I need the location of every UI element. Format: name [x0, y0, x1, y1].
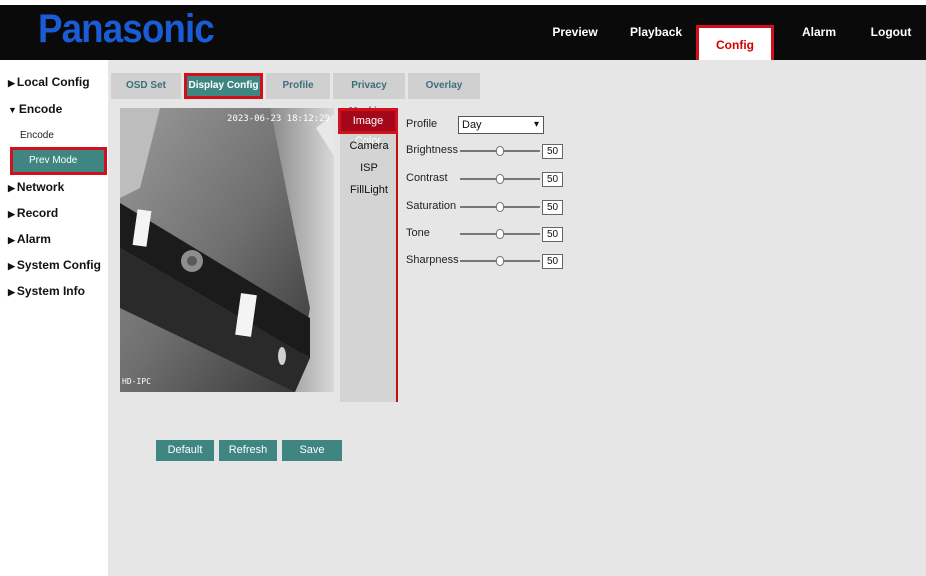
saturation-label: Saturation [406, 200, 457, 212]
tab-display-config[interactable]: Display Config [184, 73, 263, 99]
expand-arrow-icon: ▶ [8, 235, 15, 245]
sidebar-item-label: System Config [16, 258, 101, 272]
nav-logout[interactable]: Logout [870, 5, 912, 60]
sidebar-item-record[interactable]: ▶ Record [8, 206, 58, 220]
profile-label: Profile [406, 118, 438, 130]
profile-select[interactable]: Day ▾ [458, 116, 544, 134]
slider-thumb[interactable] [496, 229, 504, 239]
top-bar: Panasonic Preview Playback Config Alarm … [0, 5, 926, 65]
sidebar-item-label: Encode [18, 102, 63, 116]
tab-overlay[interactable]: Overlay [408, 73, 480, 99]
sidebar-item-label: System Info [16, 284, 85, 298]
save-button[interactable]: Save [282, 440, 342, 461]
sidebar-item-label: Local Config [16, 75, 90, 89]
expand-arrow-icon: ▶ [8, 261, 15, 271]
slider-thumb[interactable] [496, 146, 504, 156]
slider-thumb[interactable] [496, 256, 504, 266]
collapse-arrow-icon: ▼ [8, 105, 17, 115]
video-timestamp: 2023-06-23 18:12:29 [227, 114, 330, 124]
main-panel: OSD Set Display Config Profile Privacy M… [108, 60, 926, 576]
brightness-slider[interactable] [460, 144, 540, 158]
sidebar: ▶ Local Config ▼ Encode Encode Prev Mode ▶… [0, 60, 108, 576]
sidebar-item-system-info[interactable]: ▶ System Info [8, 284, 85, 298]
contrast-slider[interactable] [460, 172, 540, 186]
sidebar-item-label: Alarm [16, 232, 51, 246]
subtab-list: Image Color Camera ISP FillLight [338, 108, 398, 402]
tone-value[interactable]: 50 [542, 227, 563, 242]
contrast-value[interactable]: 50 [542, 172, 563, 187]
refresh-button[interactable]: Refresh [219, 440, 277, 461]
sidebar-item-local-config[interactable]: ▶ Local Config [8, 75, 90, 89]
sharpness-label: Sharpness [406, 254, 459, 266]
contrast-label: Contrast [406, 172, 448, 184]
slider-thumb[interactable] [496, 202, 504, 212]
nav-preview[interactable]: Preview [552, 5, 598, 60]
tab-profile[interactable]: Profile [266, 73, 330, 99]
sidebar-item-label: Record [16, 206, 59, 220]
expand-arrow-icon: ▶ [8, 287, 15, 297]
sidebar-item-system-config[interactable]: ▶ System Config [8, 258, 101, 272]
video-channel-label: HD-IPC [122, 377, 151, 386]
subtab-filllight[interactable]: FillLight [340, 184, 398, 196]
brightness-value[interactable]: 50 [542, 144, 563, 159]
tone-slider[interactable] [460, 227, 540, 241]
sidebar-item-encode[interactable]: ▼ Encode [8, 102, 62, 116]
chevron-down-icon: ▾ [533, 119, 539, 130]
sidebar-item-alarm[interactable]: ▶ Alarm [8, 232, 51, 246]
brand-logo: Panasonic [38, 7, 215, 51]
sharpness-slider[interactable] [460, 254, 540, 268]
expand-arrow-icon: ▶ [8, 209, 15, 219]
nav-playback[interactable]: Playback [630, 5, 682, 60]
brightness-label: Brightness [406, 144, 458, 156]
subtab-isp[interactable]: ISP [340, 162, 398, 174]
default-button[interactable]: Default [156, 440, 214, 461]
tone-label: Tone [406, 227, 430, 239]
sidebar-item-label: Network [16, 180, 65, 194]
nav-config[interactable]: Config [696, 25, 774, 65]
sidebar-subitem-encode[interactable]: Encode [20, 130, 54, 141]
expand-arrow-icon: ▶ [8, 183, 15, 193]
video-preview[interactable]: 2023-06-23 18:12:29 HD-IPC [120, 108, 334, 392]
saturation-value[interactable]: 50 [542, 200, 563, 215]
slider-thumb[interactable] [496, 174, 504, 184]
sidebar-item-network[interactable]: ▶ Network [8, 180, 64, 194]
subtab-camera[interactable]: Camera [340, 140, 398, 152]
expand-arrow-icon: ▶ [8, 78, 15, 88]
nav-alarm[interactable]: Alarm [802, 5, 836, 60]
subtab-image-color[interactable]: Image Color [338, 108, 398, 147]
tab-osd-set[interactable]: OSD Set [111, 73, 181, 99]
sidebar-subitem-prev-mode[interactable]: Prev Mode [10, 147, 107, 175]
saturation-slider[interactable] [460, 200, 540, 214]
sharpness-value[interactable]: 50 [542, 254, 563, 269]
camera-scene-image [120, 108, 334, 392]
tab-privacy-masking[interactable]: Privacy Masking [333, 73, 405, 117]
profile-select-value: Day [462, 119, 482, 131]
